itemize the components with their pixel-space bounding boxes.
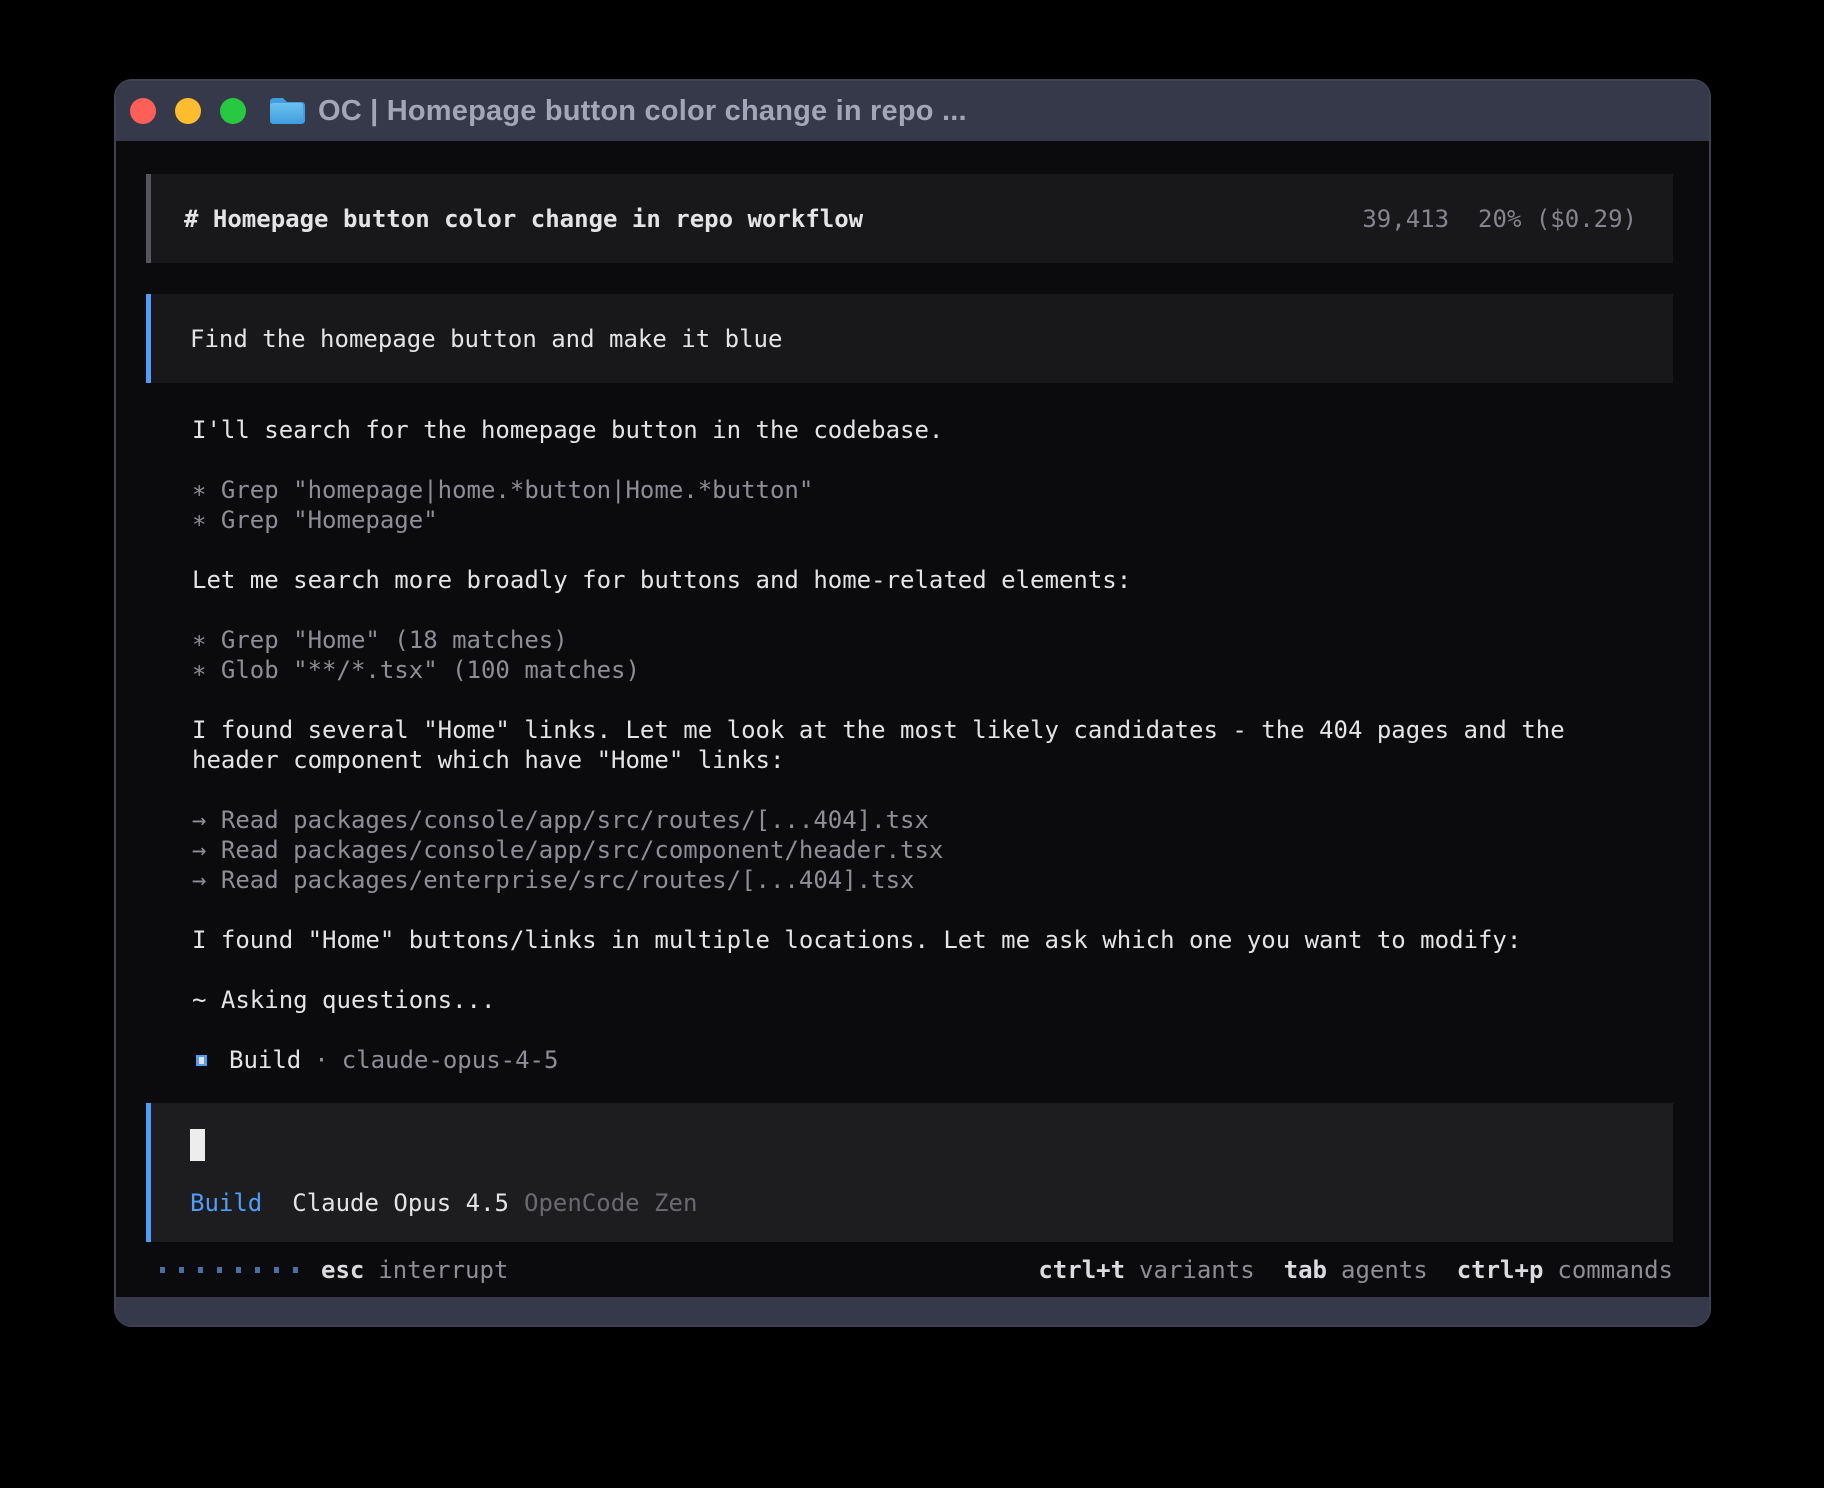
window-footer-strip: [116, 1297, 1709, 1325]
zoom-window-button[interactable]: [220, 98, 246, 124]
transcript-line: [192, 535, 1673, 565]
folder-icon: [268, 96, 305, 126]
agent-separator: ·: [314, 1046, 328, 1074]
statusbar-hints: ctrl+t variants tab agents ctrl+p commands: [1009, 1256, 1673, 1284]
transcript-line: I found several "Home" links. Let me loo…: [192, 715, 1673, 745]
spinner-dot: [160, 1267, 165, 1273]
spinner-dot: [217, 1267, 222, 1273]
keyboard-hint: ctrl+p commands: [1457, 1256, 1673, 1284]
hint-key: ctrl+p: [1457, 1256, 1544, 1284]
transcript-line: ∗ Grep "Home" (18 matches): [192, 625, 1673, 655]
transcript-line: [192, 685, 1673, 715]
input-agent-label: Build: [190, 1189, 262, 1217]
transcript-line: ~ Asking questions...: [192, 985, 1673, 1015]
minimize-window-button[interactable]: [175, 98, 201, 124]
input-provider-label: OpenCode Zen: [524, 1189, 697, 1217]
transcript-line: [192, 1015, 1673, 1045]
hint-label: commands: [1557, 1256, 1673, 1284]
keyboard-hint: tab agents: [1284, 1256, 1428, 1284]
transcript-line: [192, 955, 1673, 985]
transcript-line: ∗ Grep "homepage|home.*button|Home.*butt…: [192, 475, 1673, 505]
hint-key: ctrl+t: [1038, 1256, 1125, 1284]
transcript-line: ∗ Grep "Homepage": [192, 505, 1673, 535]
terminal-content: # Homepage button color change in repo w…: [116, 141, 1709, 1297]
transcript-line: header component which have "Home" links…: [192, 745, 1673, 775]
transcript-line: [192, 895, 1673, 925]
hint-label: variants: [1139, 1256, 1255, 1284]
agent-model: claude-opus-4-5: [342, 1046, 559, 1074]
hint-key: tab: [1284, 1256, 1327, 1284]
transcript-line: → Read packages/console/app/src/routes/[…: [192, 805, 1673, 835]
transcript-line: [192, 445, 1673, 475]
context-cost: 20% ($0.29): [1478, 205, 1637, 233]
titlebar: OC | Homepage button color change in rep…: [116, 81, 1709, 141]
session-header: # Homepage button color change in repo w…: [146, 174, 1673, 263]
transcript-line: ∗ Glob "**/*.tsx" (100 matches): [192, 655, 1673, 685]
session-stats: 39,413 20% ($0.29): [1362, 205, 1637, 233]
token-count: 39,413: [1362, 205, 1449, 233]
agent-status-line: Build · claude-opus-4-5: [192, 1045, 1673, 1075]
hint-key: esc: [321, 1256, 364, 1284]
text-cursor: [190, 1129, 205, 1161]
spinner-dot: [255, 1267, 260, 1273]
window-title: OC | Homepage button color change in rep…: [318, 95, 967, 128]
agent-name: Build: [229, 1046, 301, 1074]
transcript-line: [192, 595, 1673, 625]
spinner-dot: [198, 1267, 203, 1273]
spinner-dot: [274, 1267, 279, 1273]
session-title: # Homepage button color change in repo w…: [184, 205, 863, 233]
spinner-dot: [236, 1267, 241, 1273]
close-window-button[interactable]: [130, 98, 156, 124]
spinner-dot: [293, 1267, 298, 1273]
terminal-window: OC | Homepage button color change in rep…: [114, 79, 1711, 1327]
keyboard-hint-interrupt: esc interrupt: [321, 1256, 508, 1284]
build-agent-icon: [196, 1055, 207, 1066]
input-model-label: Claude Opus 4.5: [292, 1189, 509, 1217]
user-message-text: Find the homepage button and make it blu…: [190, 325, 782, 353]
transcript-line: → Read packages/enterprise/src/routes/[.…: [192, 865, 1673, 895]
transcript-line: I'll search for the homepage button in t…: [192, 415, 1673, 445]
transcript-line: I found "Home" buttons/links in multiple…: [192, 925, 1673, 955]
input-status-line: Build Claude Opus 4.5 OpenCode Zen: [190, 1188, 1637, 1218]
spinner-dot: [179, 1267, 184, 1273]
transcript-line: Let me search more broadly for buttons a…: [192, 565, 1673, 595]
keyboard-hint: ctrl+t variants: [1038, 1256, 1254, 1284]
hint-label: interrupt: [378, 1256, 508, 1284]
transcript-line: → Read packages/console/app/src/componen…: [192, 835, 1673, 865]
hint-label: agents: [1341, 1256, 1428, 1284]
transcript-line: [192, 775, 1673, 805]
spinner: [160, 1267, 312, 1273]
statusbar: escinterrupt ctrl+tvariantstabagentsctrl…: [160, 1242, 1673, 1297]
user-message: Find the homepage button and make it blu…: [146, 294, 1673, 383]
prompt-input[interactable]: Build Claude Opus 4.5 OpenCode Zen: [146, 1103, 1673, 1242]
transcript: I'll search for the homepage button in t…: [192, 415, 1673, 1045]
